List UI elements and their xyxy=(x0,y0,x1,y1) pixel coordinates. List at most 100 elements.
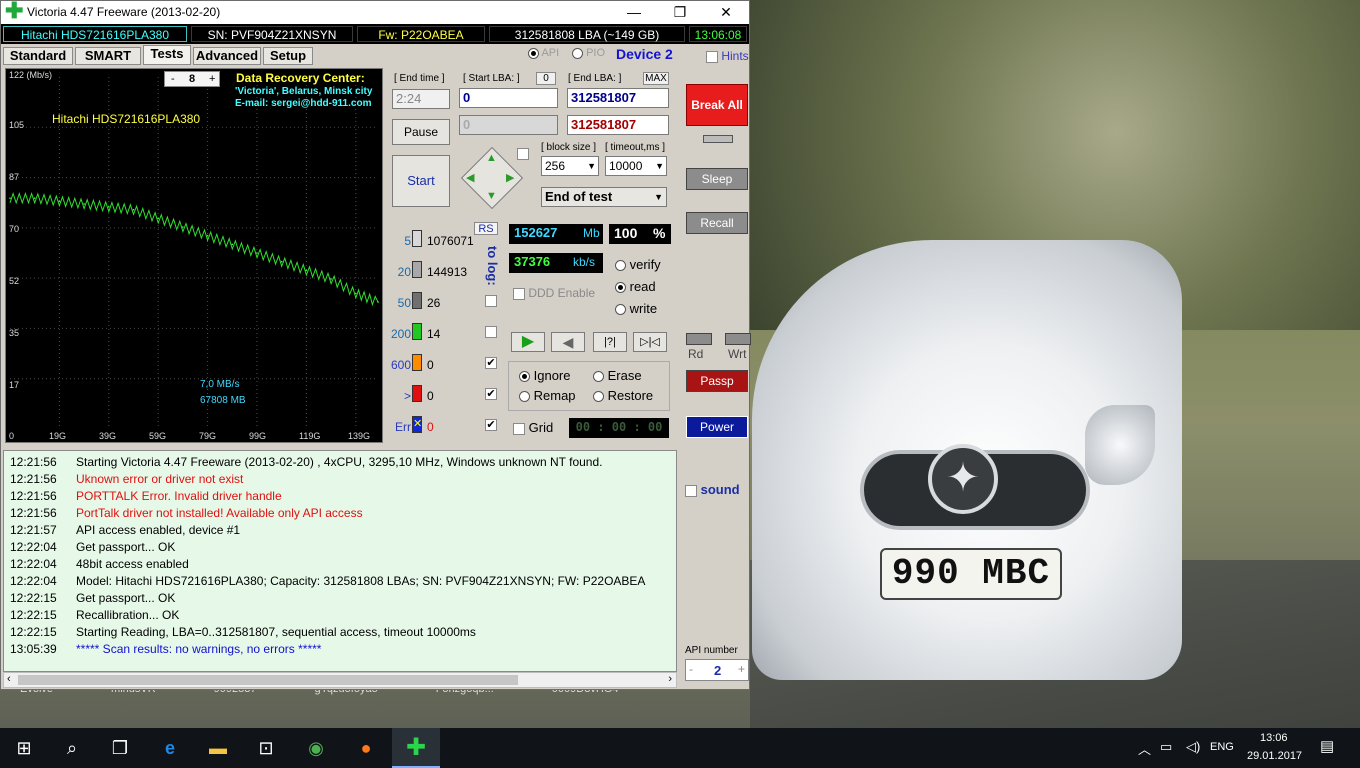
verify-option[interactable]: verify xyxy=(615,257,661,272)
task-view-icon[interactable]: ❐ xyxy=(96,728,144,768)
recall-button[interactable]: Recall xyxy=(686,212,748,234)
start-button[interactable]: Start xyxy=(392,155,450,207)
victoria-taskbar-icon[interactable]: ✚ xyxy=(392,728,440,768)
sleep-button[interactable]: Sleep xyxy=(686,168,748,190)
scroll-left-icon[interactable]: ‹ xyxy=(7,673,11,685)
notifications-icon[interactable]: ▤ xyxy=(1320,737,1334,755)
x-tick-label: 0 xyxy=(9,431,15,441)
taskbar: ⊞ ⌕ ❐ e ▬ ⊡ ◉ ● ✚ ︿ ▭ ◁) ENG 13:06 29.01… xyxy=(0,728,1360,768)
maximize-button[interactable]: ❐ xyxy=(657,1,703,24)
timeout-select[interactable]: 10000 ▼ xyxy=(605,156,667,176)
pio-radio[interactable] xyxy=(572,47,583,59)
read-radio[interactable] xyxy=(615,282,626,294)
arrow-left-icon[interactable]: ◀ xyxy=(466,171,474,184)
api-minus-button[interactable]: - xyxy=(689,662,693,676)
graph-scale-spinner[interactable]: - 8 + xyxy=(164,71,220,87)
api-number-spinner[interactable]: - 2 + xyxy=(685,659,749,681)
break-all-button[interactable]: Break All xyxy=(686,84,748,126)
ddd-enable-checkbox[interactable] xyxy=(513,287,525,300)
close-button[interactable]: ✕ xyxy=(703,1,749,24)
sound-option[interactable]: sound xyxy=(685,482,740,497)
pause-button[interactable]: Pause xyxy=(392,119,450,145)
taskbar-date[interactable]: 29.01.2017 xyxy=(1247,750,1302,762)
pio-mode[interactable]: PIO xyxy=(572,47,605,59)
title-bar[interactable]: ✚ Victoria 4.47 Freeware (2013-02-20) — … xyxy=(1,0,749,24)
write-option[interactable]: write xyxy=(615,301,657,316)
speed-data-point xyxy=(9,197,11,199)
random-seek-icon[interactable]: |?| xyxy=(593,332,627,352)
hints-checkbox[interactable] xyxy=(706,50,718,63)
play-icon[interactable]: ▶ xyxy=(511,332,545,352)
search-icon[interactable]: ⌕ xyxy=(48,728,96,768)
start-lba-field[interactable]: 0 xyxy=(459,88,558,108)
log-threshold-checkbox[interactable]: ✔ xyxy=(485,357,497,369)
scroll-thumb[interactable] xyxy=(18,675,518,685)
taskbar-clock[interactable]: 13:06 xyxy=(1260,732,1288,744)
erase-option[interactable]: Erase xyxy=(593,368,642,383)
hints-toggle[interactable]: Hints xyxy=(706,49,749,63)
butterfly-icon[interactable]: ▷|◁ xyxy=(633,332,667,352)
graph-drive-model: Hitachi HDS721616PLA380 xyxy=(52,112,201,126)
minimize-button[interactable]: — xyxy=(611,1,657,24)
restore-radio[interactable] xyxy=(593,391,604,403)
power-button[interactable]: Power xyxy=(686,416,748,438)
ignore-radio[interactable] xyxy=(519,371,530,383)
drive-model-cell: Hitachi HDS721616PLA380 xyxy=(3,26,187,42)
ignore-option[interactable]: Ignore xyxy=(519,368,571,383)
tab-tests[interactable]: Tests xyxy=(143,45,191,65)
log-threshold-checkbox[interactable]: ✔ xyxy=(485,419,497,431)
volume-icon[interactable]: ◁) xyxy=(1186,739,1200,755)
log-horizontal-scrollbar[interactable]: ‹ › xyxy=(3,672,677,688)
max-lba-button[interactable]: MAX xyxy=(643,72,669,85)
log-threshold-checkbox[interactable] xyxy=(485,295,497,307)
reset-counters-button[interactable]: RS xyxy=(474,222,498,235)
erase-radio[interactable] xyxy=(593,371,604,383)
read-option[interactable]: read xyxy=(615,279,656,294)
scroll-right-icon[interactable]: › xyxy=(668,673,672,685)
store-icon[interactable]: ⊡ xyxy=(242,728,290,768)
log-threshold-checkbox[interactable]: ✔ xyxy=(485,388,497,400)
grid-checkbox[interactable] xyxy=(513,422,525,435)
block-count: 0 xyxy=(427,358,434,372)
arrow-down-icon[interactable]: ▼ xyxy=(486,190,497,202)
api-plus-button[interactable]: + xyxy=(738,662,745,676)
language-indicator[interactable]: ENG xyxy=(1210,741,1234,753)
ddd-enable-option[interactable]: DDD Enable xyxy=(513,286,595,300)
remap-option[interactable]: Remap xyxy=(519,388,576,403)
api-mode[interactable]: API xyxy=(528,47,559,59)
sound-checkbox[interactable] xyxy=(685,484,697,497)
end-lba-field[interactable]: 312581807 xyxy=(567,88,669,108)
tab-smart[interactable]: SMART xyxy=(75,47,141,65)
block-size-select[interactable]: 256 ▼ xyxy=(541,156,599,176)
chrome-icon[interactable]: ◉ xyxy=(292,728,340,768)
direction-checkbox[interactable] xyxy=(517,148,529,160)
write-radio[interactable] xyxy=(615,304,626,316)
tab-standard[interactable]: Standard xyxy=(3,47,73,65)
direction-pad[interactable]: ▲ ▼ ◀ ▶ xyxy=(460,146,524,210)
rewind-icon[interactable]: ◀ xyxy=(551,332,585,352)
event-log[interactable]: 12:21:56 Starting Victoria 4.47 Freeware … xyxy=(3,450,677,672)
tab-advanced[interactable]: Advanced xyxy=(193,47,261,65)
grid-option[interactable]: Grid xyxy=(513,420,553,435)
network-icon[interactable]: ▭ xyxy=(1160,739,1172,755)
passport-button[interactable]: Passp xyxy=(686,370,748,392)
start-lba-zero-button[interactable]: 0 xyxy=(536,72,556,85)
edge-browser-icon[interactable]: e xyxy=(146,728,194,768)
tray-overflow-icon[interactable]: ︿ xyxy=(1138,739,1151,758)
end-of-test-select[interactable]: End of test ▼ xyxy=(541,187,667,207)
api-radio[interactable] xyxy=(528,47,539,59)
firefox-icon[interactable]: ● xyxy=(342,728,390,768)
restore-option[interactable]: Restore xyxy=(593,388,653,403)
start-windows-icon[interactable]: ⊞ xyxy=(0,728,48,768)
verify-radio[interactable] xyxy=(615,260,626,272)
tab-setup[interactable]: Setup xyxy=(263,47,313,65)
end-time-field[interactable]: 2:24 xyxy=(392,89,450,109)
arrow-up-icon[interactable]: ▲ xyxy=(486,152,497,164)
scale-minus-button[interactable]: - xyxy=(171,72,175,86)
scale-plus-button[interactable]: + xyxy=(209,72,215,86)
file-explorer-icon[interactable]: ▬ xyxy=(194,728,242,768)
block-count: 1076071 xyxy=(427,234,474,248)
arrow-right-icon[interactable]: ▶ xyxy=(506,171,514,184)
remap-radio[interactable] xyxy=(519,391,530,403)
log-threshold-checkbox[interactable] xyxy=(485,326,497,338)
